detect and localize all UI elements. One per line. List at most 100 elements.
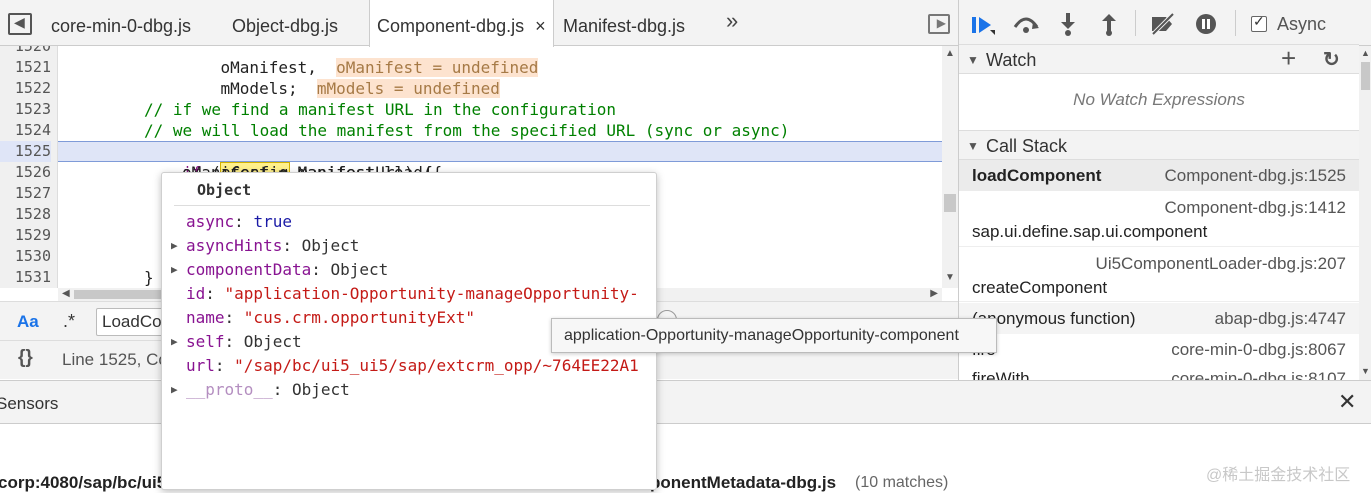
code-comment: // we will load the manifest from the sp… xyxy=(144,121,790,140)
scroll-up-arrow-icon[interactable]: ▲ xyxy=(1361,48,1370,58)
property-key: id xyxy=(186,284,206,303)
scroll-up-arrow-icon[interactable]: ▲ xyxy=(945,48,955,59)
result-file-name[interactable]: ponentMetadata-dbg.js xyxy=(650,473,836,493)
property-key: componentData xyxy=(186,260,312,279)
tab-label: core-min-0-dbg.js xyxy=(51,16,192,36)
property-key: url xyxy=(186,356,215,375)
tab-sensors[interactable]: Sensors xyxy=(0,394,58,414)
scroll-left-arrow-icon[interactable]: ◀ xyxy=(62,288,70,299)
property-row[interactable]: ▶ self: Object xyxy=(162,330,302,354)
tab-manifest[interactable]: Manifest-dbg.js xyxy=(555,0,693,46)
property-value: "application-Opportunity-manageOpportuni… xyxy=(224,284,639,303)
callstack-frame[interactable]: core-min-0-dbg.js:8067 fire xyxy=(959,335,1359,365)
refresh-watch-icon[interactable]: ↻ xyxy=(1323,45,1340,75)
property-row: url: "/sap/bc/ui5_ui5/sap/extcrm_opp/~76… xyxy=(186,356,639,375)
property-key: async xyxy=(186,212,235,231)
collapse-triangle-icon: ▼ xyxy=(967,139,979,153)
line-number: 1521 xyxy=(14,58,51,76)
close-drawer-icon[interactable]: ✕ xyxy=(1338,389,1356,415)
tab-core-min[interactable]: core-min-0-dbg.js xyxy=(43,0,199,46)
line-number: 1530 xyxy=(14,247,51,265)
tab-label: Object-dbg.js xyxy=(232,16,339,36)
toggle-debugger-button[interactable]: ▶ xyxy=(928,14,950,34)
callstack-frame[interactable]: (anonymous function) abap-dbg.js:4747 xyxy=(959,303,1359,334)
tab-object[interactable]: Object-dbg.js xyxy=(224,0,346,46)
code-line: mModels; mModels = undefined xyxy=(220,79,500,98)
property-value: Object xyxy=(330,260,389,279)
frame-location: core-min-0-dbg.js:8067 xyxy=(1171,340,1346,359)
property-key: name xyxy=(186,308,225,327)
step-over-icon[interactable] xyxy=(1012,13,1040,35)
property-row[interactable]: ▶ asyncHints: Object xyxy=(162,234,359,258)
scroll-down-arrow-icon[interactable]: ▼ xyxy=(945,272,955,283)
callstack-frame[interactable]: fireWith core-min-0-dbg.js:8107 xyxy=(959,366,1359,380)
async-label: Async xyxy=(1277,14,1327,34)
step-into-icon[interactable] xyxy=(1059,12,1077,36)
debugger-toolbar: ✓ Async xyxy=(959,0,1371,46)
pause-on-exceptions-icon[interactable] xyxy=(1195,13,1217,35)
scroll-right-arrow-icon[interactable]: ▶ xyxy=(930,288,938,299)
scroll-down-arrow-icon[interactable]: ▼ xyxy=(1361,366,1370,376)
pretty-print-button[interactable]: {} xyxy=(18,347,33,369)
frame-name: sap.ui.define.sap.ui.component xyxy=(972,222,1208,241)
scrollbar-thumb[interactable] xyxy=(1361,62,1370,90)
value-tooltip: application-Opportunity-manageOpportunit… xyxy=(551,318,997,353)
property-row: name: "cus.crm.opportunityExt" xyxy=(186,308,475,327)
watch-empty-text: No Watch Expressions xyxy=(1073,90,1245,109)
scrollbar-thumb[interactable] xyxy=(944,194,956,212)
property-value: Object xyxy=(291,380,350,399)
inline-value: mModels = undefined xyxy=(316,79,500,98)
tooltip-text: application-Opportunity-manageOpportunit… xyxy=(564,327,959,344)
code-line: } xyxy=(144,268,154,287)
line-number[interactable]: 1525 xyxy=(0,141,51,162)
resume-icon[interactable] xyxy=(971,14,997,36)
callstack-section-header[interactable]: ▼ Call Stack xyxy=(959,130,1359,160)
callstack-title: Call Stack xyxy=(986,136,1068,156)
expand-triangle-icon[interactable]: ▶ xyxy=(171,330,178,354)
line-number: 1520 xyxy=(14,46,51,55)
callstack-frame[interactable]: loadComponent Component-dbg.js:1525 xyxy=(959,160,1359,191)
property-key: self xyxy=(186,332,225,351)
line-number: 1526 xyxy=(14,163,51,181)
result-file-path[interactable]: corp:4080/sap/bc/ui5 xyxy=(0,473,166,493)
toolbar-separator xyxy=(1235,10,1236,36)
property-row: async: true xyxy=(186,212,292,231)
line-number: 1522 xyxy=(14,79,51,97)
property-row[interactable]: ▶ componentData: Object xyxy=(162,258,388,282)
property-value: "/sap/bc/ui5_ui5/sap/extcrm_opp/~764EE22… xyxy=(234,356,639,375)
more-tabs-icon[interactable]: » xyxy=(726,8,738,34)
expand-triangle-icon[interactable]: ▶ xyxy=(171,378,178,402)
line-number: 1523 xyxy=(14,100,51,118)
property-row[interactable]: ▶ __proto__: Object xyxy=(162,378,350,402)
regex-button[interactable]: .* xyxy=(63,311,75,332)
frame-name: fireWith xyxy=(972,369,1030,380)
toggle-navigator-button[interactable]: ◀ xyxy=(8,13,32,35)
callstack-frame[interactable]: Ui5ComponentLoader-dbg.js:207 createComp… xyxy=(959,248,1359,302)
match-case-button[interactable]: Aa xyxy=(17,312,39,332)
frame-location: Component-dbg.js:1525 xyxy=(1164,166,1346,185)
toolbar-separator xyxy=(1135,10,1136,36)
line-number: 1531 xyxy=(14,268,51,286)
popover-divider xyxy=(174,205,650,206)
code-line: oManifest, oManifest = undefined xyxy=(220,58,539,77)
property-value: Object xyxy=(301,236,360,255)
sidebar-scrollbar[interactable]: ▲ ▼ xyxy=(1359,46,1371,380)
checkmark-icon: ✓ xyxy=(1253,13,1265,29)
close-tab-icon[interactable]: × xyxy=(535,16,546,36)
watch-title: Watch xyxy=(986,50,1037,70)
add-watch-icon[interactable]: + xyxy=(1281,43,1296,73)
expand-triangle-icon[interactable]: ▶ xyxy=(171,258,178,282)
frame-name: loadComponent xyxy=(972,166,1102,185)
tab-component[interactable]: Component-dbg.js × xyxy=(369,0,554,47)
watch-section-header[interactable]: ▼ Watch + ↻ xyxy=(959,43,1359,75)
deactivate-breakpoints-icon[interactable] xyxy=(1149,13,1177,35)
callstack-frame[interactable]: Component-dbg.js:1412 sap.ui.define.sap.… xyxy=(959,192,1359,247)
tab-label: Manifest-dbg.js xyxy=(563,16,686,36)
code-vertical-scrollbar[interactable]: ▲ ▼ xyxy=(942,46,958,288)
expand-triangle-icon[interactable]: ▶ xyxy=(171,234,178,258)
line-number: 1528 xyxy=(14,205,51,223)
step-out-icon[interactable] xyxy=(1100,12,1118,36)
tab-label: Component-dbg.js xyxy=(377,16,525,36)
async-checkbox[interactable]: ✓ xyxy=(1251,13,1267,32)
watermark: @稀土掘金技术社区 xyxy=(1206,467,1351,484)
